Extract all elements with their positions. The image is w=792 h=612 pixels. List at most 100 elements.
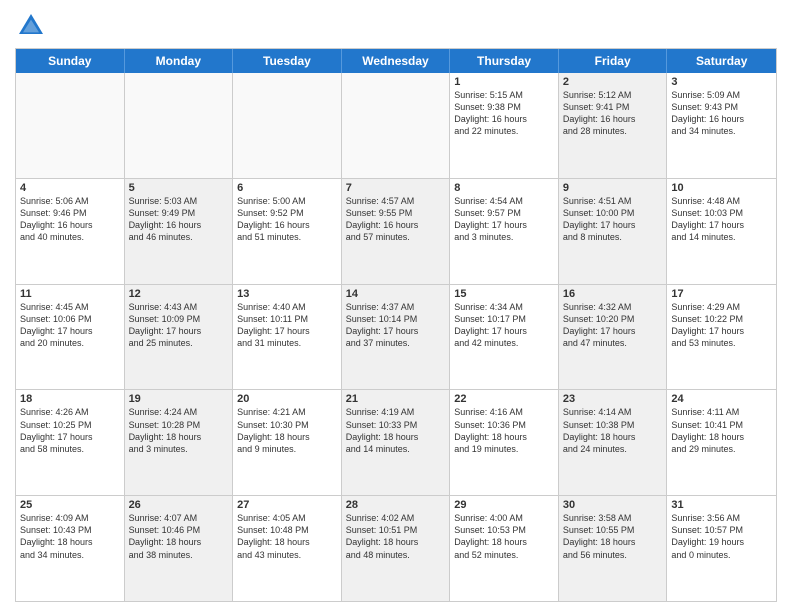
calendar-row-5: 25Sunrise: 4:09 AM Sunset: 10:43 PM Dayl… [16, 495, 776, 601]
calendar-body: 1Sunrise: 5:15 AM Sunset: 9:38 PM Daylig… [16, 73, 776, 601]
day-info: Sunrise: 5:15 AM Sunset: 9:38 PM Dayligh… [454, 89, 554, 138]
day-info: Sunrise: 5:09 AM Sunset: 9:43 PM Dayligh… [671, 89, 772, 138]
day-cell-23: 23Sunrise: 4:14 AM Sunset: 10:38 PM Dayl… [559, 390, 668, 495]
header [15, 10, 777, 42]
day-cell-3: 3Sunrise: 5:09 AM Sunset: 9:43 PM Daylig… [667, 73, 776, 178]
day-number: 6 [237, 182, 337, 194]
day-cell-4: 4Sunrise: 5:06 AM Sunset: 9:46 PM Daylig… [16, 179, 125, 284]
day-cell-31: 31Sunrise: 3:56 AM Sunset: 10:57 PM Dayl… [667, 496, 776, 601]
day-cell-28: 28Sunrise: 4:02 AM Sunset: 10:51 PM Dayl… [342, 496, 451, 601]
calendar-row-4: 18Sunrise: 4:26 AM Sunset: 10:25 PM Dayl… [16, 389, 776, 495]
calendar-row-1: 1Sunrise: 5:15 AM Sunset: 9:38 PM Daylig… [16, 73, 776, 178]
day-number: 21 [346, 393, 446, 405]
day-number: 1 [454, 76, 554, 88]
day-cell-1: 1Sunrise: 5:15 AM Sunset: 9:38 PM Daylig… [450, 73, 559, 178]
logo [15, 10, 51, 42]
day-info: Sunrise: 5:06 AM Sunset: 9:46 PM Dayligh… [20, 195, 120, 244]
day-number: 20 [237, 393, 337, 405]
day-number: 23 [563, 393, 663, 405]
day-info: Sunrise: 4:51 AM Sunset: 10:00 PM Daylig… [563, 195, 663, 244]
day-cell-5: 5Sunrise: 5:03 AM Sunset: 9:49 PM Daylig… [125, 179, 234, 284]
calendar-row-3: 11Sunrise: 4:45 AM Sunset: 10:06 PM Dayl… [16, 284, 776, 390]
day-info: Sunrise: 5:12 AM Sunset: 9:41 PM Dayligh… [563, 89, 663, 138]
day-info: Sunrise: 3:58 AM Sunset: 10:55 PM Daylig… [563, 512, 663, 561]
day-number: 13 [237, 288, 337, 300]
page: SundayMondayTuesdayWednesdayThursdayFrid… [0, 0, 792, 612]
day-cell-24: 24Sunrise: 4:11 AM Sunset: 10:41 PM Dayl… [667, 390, 776, 495]
day-number: 8 [454, 182, 554, 194]
day-cell-14: 14Sunrise: 4:37 AM Sunset: 10:14 PM Dayl… [342, 285, 451, 390]
day-number: 31 [671, 499, 772, 511]
day-cell-29: 29Sunrise: 4:00 AM Sunset: 10:53 PM Dayl… [450, 496, 559, 601]
day-number: 30 [563, 499, 663, 511]
empty-cell [233, 73, 342, 178]
day-cell-17: 17Sunrise: 4:29 AM Sunset: 10:22 PM Dayl… [667, 285, 776, 390]
weekday-header-sunday: Sunday [16, 49, 125, 73]
calendar: SundayMondayTuesdayWednesdayThursdayFrid… [15, 48, 777, 602]
day-number: 19 [129, 393, 229, 405]
day-info: Sunrise: 4:37 AM Sunset: 10:14 PM Daylig… [346, 301, 446, 350]
day-info: Sunrise: 4:24 AM Sunset: 10:28 PM Daylig… [129, 406, 229, 455]
day-info: Sunrise: 4:34 AM Sunset: 10:17 PM Daylig… [454, 301, 554, 350]
weekday-header-monday: Monday [125, 49, 234, 73]
day-number: 11 [20, 288, 120, 300]
day-info: Sunrise: 4:02 AM Sunset: 10:51 PM Daylig… [346, 512, 446, 561]
day-info: Sunrise: 4:26 AM Sunset: 10:25 PM Daylig… [20, 406, 120, 455]
day-info: Sunrise: 4:21 AM Sunset: 10:30 PM Daylig… [237, 406, 337, 455]
day-cell-22: 22Sunrise: 4:16 AM Sunset: 10:36 PM Dayl… [450, 390, 559, 495]
day-number: 28 [346, 499, 446, 511]
day-info: Sunrise: 4:14 AM Sunset: 10:38 PM Daylig… [563, 406, 663, 455]
empty-cell [342, 73, 451, 178]
calendar-header: SundayMondayTuesdayWednesdayThursdayFrid… [16, 49, 776, 73]
weekday-header-wednesday: Wednesday [342, 49, 451, 73]
day-cell-13: 13Sunrise: 4:40 AM Sunset: 10:11 PM Dayl… [233, 285, 342, 390]
weekday-header-tuesday: Tuesday [233, 49, 342, 73]
day-number: 29 [454, 499, 554, 511]
weekday-header-friday: Friday [559, 49, 668, 73]
weekday-header-thursday: Thursday [450, 49, 559, 73]
day-info: Sunrise: 4:29 AM Sunset: 10:22 PM Daylig… [671, 301, 772, 350]
empty-cell [16, 73, 125, 178]
day-number: 10 [671, 182, 772, 194]
day-number: 18 [20, 393, 120, 405]
day-number: 4 [20, 182, 120, 194]
day-cell-19: 19Sunrise: 4:24 AM Sunset: 10:28 PM Dayl… [125, 390, 234, 495]
day-info: Sunrise: 4:16 AM Sunset: 10:36 PM Daylig… [454, 406, 554, 455]
day-cell-7: 7Sunrise: 4:57 AM Sunset: 9:55 PM Daylig… [342, 179, 451, 284]
day-cell-20: 20Sunrise: 4:21 AM Sunset: 10:30 PM Dayl… [233, 390, 342, 495]
day-number: 14 [346, 288, 446, 300]
day-cell-30: 30Sunrise: 3:58 AM Sunset: 10:55 PM Dayl… [559, 496, 668, 601]
day-number: 27 [237, 499, 337, 511]
day-cell-9: 9Sunrise: 4:51 AM Sunset: 10:00 PM Dayli… [559, 179, 668, 284]
day-info: Sunrise: 5:00 AM Sunset: 9:52 PM Dayligh… [237, 195, 337, 244]
day-info: Sunrise: 4:40 AM Sunset: 10:11 PM Daylig… [237, 301, 337, 350]
day-cell-27: 27Sunrise: 4:05 AM Sunset: 10:48 PM Dayl… [233, 496, 342, 601]
day-number: 12 [129, 288, 229, 300]
logo-icon [15, 10, 47, 42]
day-number: 15 [454, 288, 554, 300]
day-number: 24 [671, 393, 772, 405]
day-info: Sunrise: 3:56 AM Sunset: 10:57 PM Daylig… [671, 512, 772, 561]
day-number: 17 [671, 288, 772, 300]
day-info: Sunrise: 4:43 AM Sunset: 10:09 PM Daylig… [129, 301, 229, 350]
day-cell-18: 18Sunrise: 4:26 AM Sunset: 10:25 PM Dayl… [16, 390, 125, 495]
day-info: Sunrise: 4:11 AM Sunset: 10:41 PM Daylig… [671, 406, 772, 455]
day-info: Sunrise: 5:03 AM Sunset: 9:49 PM Dayligh… [129, 195, 229, 244]
day-number: 16 [563, 288, 663, 300]
day-info: Sunrise: 4:00 AM Sunset: 10:53 PM Daylig… [454, 512, 554, 561]
day-info: Sunrise: 4:09 AM Sunset: 10:43 PM Daylig… [20, 512, 120, 561]
day-cell-16: 16Sunrise: 4:32 AM Sunset: 10:20 PM Dayl… [559, 285, 668, 390]
day-number: 2 [563, 76, 663, 88]
day-cell-21: 21Sunrise: 4:19 AM Sunset: 10:33 PM Dayl… [342, 390, 451, 495]
calendar-row-2: 4Sunrise: 5:06 AM Sunset: 9:46 PM Daylig… [16, 178, 776, 284]
day-cell-25: 25Sunrise: 4:09 AM Sunset: 10:43 PM Dayl… [16, 496, 125, 601]
day-cell-15: 15Sunrise: 4:34 AM Sunset: 10:17 PM Dayl… [450, 285, 559, 390]
day-cell-2: 2Sunrise: 5:12 AM Sunset: 9:41 PM Daylig… [559, 73, 668, 178]
day-info: Sunrise: 4:54 AM Sunset: 9:57 PM Dayligh… [454, 195, 554, 244]
day-number: 26 [129, 499, 229, 511]
day-info: Sunrise: 4:05 AM Sunset: 10:48 PM Daylig… [237, 512, 337, 561]
day-info: Sunrise: 4:57 AM Sunset: 9:55 PM Dayligh… [346, 195, 446, 244]
day-number: 7 [346, 182, 446, 194]
day-cell-8: 8Sunrise: 4:54 AM Sunset: 9:57 PM Daylig… [450, 179, 559, 284]
day-info: Sunrise: 4:32 AM Sunset: 10:20 PM Daylig… [563, 301, 663, 350]
